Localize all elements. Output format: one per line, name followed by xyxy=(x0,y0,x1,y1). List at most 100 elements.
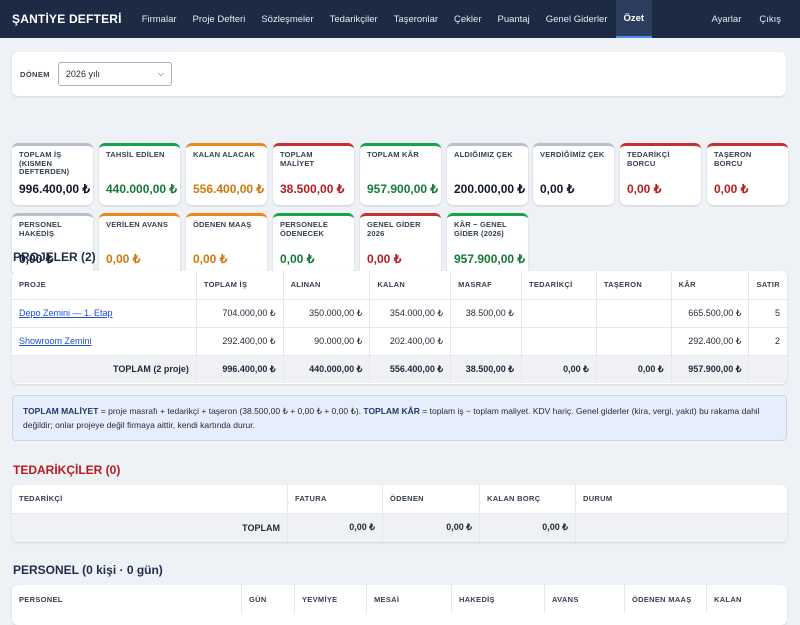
cell xyxy=(596,326,672,355)
period-filter-card: DÖNEM 2026 yılı ⌵ xyxy=(12,52,786,96)
col-masraf: MASRAF xyxy=(450,271,522,299)
cell: 704.000,00 ₺ xyxy=(196,298,284,327)
suppliers-table-card: TEDARİKÇİ FATURA ÖDENEN KALAN BORÇ DURUM… xyxy=(12,485,787,542)
nav-right: Ayarlar Çıkış xyxy=(702,0,790,38)
nav-item-ayarlar[interactable]: Ayarlar xyxy=(702,0,750,38)
table-row: Showroom Zemini 292.400,00 ₺ 90.000,00 ₺… xyxy=(12,326,787,355)
cell: 0,00 ₺ xyxy=(479,512,576,542)
stat-value: 200.000,00 ₺ xyxy=(454,182,526,196)
cell: 202.400,00 ₺ xyxy=(369,326,452,355)
stat-card: KALAN ALACAK 556.400,00 ₺ xyxy=(186,143,267,205)
stat-value: 556.400,00 ₺ xyxy=(193,182,265,196)
personnel-table-card: PERSONEL GÜN YEVMİYE MESAİ HAKEDİŞ AVANS… xyxy=(12,585,787,625)
col-kalan: KALAN xyxy=(369,271,452,299)
col-kalan: KALAN xyxy=(714,594,742,604)
cell: 292.400,00 ₺ xyxy=(196,326,284,355)
stat-label: TOPLAM KÂR xyxy=(367,150,419,159)
nav-item-cekler[interactable]: Çekler xyxy=(446,0,489,38)
project-link[interactable]: Depo Zemini — 1. Etap xyxy=(19,308,113,318)
stat-card: ALDIĞIMIZ ÇEK 200.000,00 ₺ xyxy=(447,143,528,205)
stat-label: GENEL GİDER 2026 xyxy=(367,220,421,238)
period-select[interactable]: 2026 yılı ⌵ xyxy=(57,62,172,86)
nav-item-genel-giderler[interactable]: Genel Giderler xyxy=(538,0,616,38)
nav-item-firmalar[interactable]: Firmalar xyxy=(134,0,185,38)
top-navbar: ŞANTİYE DEFTERİ Firmalar Proje Defteri S… xyxy=(0,0,800,38)
cell: 90.000,00 ₺ xyxy=(283,326,371,355)
stat-value: 0,00 ₺ xyxy=(193,252,228,266)
cell: 996.400,00 ₺ xyxy=(196,354,284,383)
project-name-cell: Showroom Zemini xyxy=(12,326,197,355)
cell: 957.900,00 ₺ xyxy=(671,354,750,383)
stat-value: 0,00 ₺ xyxy=(106,252,141,266)
cell: 0,00 ₺ xyxy=(382,512,480,542)
col-hakedis: HAKEDİŞ xyxy=(451,585,545,613)
stat-card: TOPLAM MALİYET 38.500,00 ₺ xyxy=(273,143,354,205)
stat-card: TOPLAM KÂR 957.900,00 ₺ xyxy=(360,143,441,205)
projects-title: PROJELER (2) xyxy=(13,250,96,264)
stat-value: 440.000,00 ₺ xyxy=(106,182,178,196)
nav-item-proje-defteri[interactable]: Proje Defteri xyxy=(185,0,254,38)
brand-title[interactable]: ŞANTİYE DEFTERİ xyxy=(12,12,122,26)
note-bold-cost: TOPLAM MALİYET xyxy=(23,406,99,416)
stat-label: VERİLEN AVANS xyxy=(106,220,169,229)
stat-card: TAŞERON BORCU 0,00 ₺ xyxy=(707,143,788,205)
stat-label: TOPLAM İŞ (KISMEN DEFTERDEN) xyxy=(19,150,70,176)
cell: 350.000,00 ₺ xyxy=(283,298,371,327)
col-yevmiye: YEVMİYE xyxy=(294,585,367,613)
col-kalan-borc: KALAN BORÇ xyxy=(479,485,576,513)
cell: 2 xyxy=(748,326,787,355)
project-link[interactable]: Showroom Zemini xyxy=(19,336,92,346)
col-odenen: ÖDENEN xyxy=(382,485,480,513)
col-proje: PROJE xyxy=(12,271,197,299)
cell xyxy=(596,298,672,327)
col-tedarikci: TEDARİKÇİ xyxy=(521,271,597,299)
stat-value: 996.400,00 ₺ xyxy=(19,182,91,196)
stat-value: 38.500,00 ₺ xyxy=(280,182,345,196)
suppliers-table: TEDARİKÇİ FATURA ÖDENEN KALAN BORÇ DURUM… xyxy=(12,485,787,542)
stat-card: TEDARİKÇİ BORCU 0,00 ₺ xyxy=(620,143,701,205)
stat-value: 957.900,00 ₺ xyxy=(454,252,526,266)
note-bold-profit: TOPLAM KÂR xyxy=(363,406,420,416)
col-satir: SATIR xyxy=(756,280,780,290)
col-gun: GÜN xyxy=(241,585,295,613)
col-mesai: MESAİ xyxy=(366,585,452,613)
stat-label: VERDİĞİMİZ ÇEK xyxy=(540,150,605,159)
stat-label: KÂR − GENEL GİDER (2026) xyxy=(454,220,507,238)
table-row: Depo Zemini — 1. Etap 704.000,00 ₺ 350.0… xyxy=(12,298,787,327)
cell xyxy=(575,512,787,542)
suppliers-total-row: TOPLAM 0,00 ₺ 0,00 ₺ 0,00 ₺ xyxy=(12,512,787,542)
col-taseron: TAŞERON xyxy=(596,271,672,299)
stat-value: 0,00 ₺ xyxy=(367,252,402,266)
nav-item-taseronlar[interactable]: Taşeronlar xyxy=(386,0,446,38)
stat-label: ÖDENEN MAAŞ xyxy=(193,220,252,229)
stat-label: TEDARİKÇİ BORCU xyxy=(627,150,670,168)
cell xyxy=(450,326,522,355)
cell: 665.500,00 ₺ xyxy=(671,298,750,327)
col-odenen-maas: ÖDENEN MAAŞ xyxy=(624,585,707,613)
stat-card: VERDİĞİMİZ ÇEK 0,00 ₺ xyxy=(533,143,614,205)
stat-label: KALAN ALACAK xyxy=(193,150,256,159)
stat-label: TAHSİL EDİLEN xyxy=(106,150,165,159)
cell: 0,00 ₺ xyxy=(521,354,597,383)
info-note: TOPLAM MALİYET = proje masrafı + tedarik… xyxy=(12,395,787,441)
suppliers-header-row: TEDARİKÇİ FATURA ÖDENEN KALAN BORÇ DURUM xyxy=(12,485,787,513)
col-durum: DURUM xyxy=(583,494,613,504)
total-label: TOPLAM (2 proje) xyxy=(12,354,197,383)
col-kar: KÂR xyxy=(671,271,750,299)
projects-total-row: TOPLAM (2 proje) 996.400,00 ₺ 440.000,00… xyxy=(12,354,787,383)
stat-value: 0,00 ₺ xyxy=(714,182,749,196)
nav-item-tedarikciler[interactable]: Tedarikçiler xyxy=(322,0,386,38)
nav-item-cikis[interactable]: Çıkış xyxy=(750,0,790,38)
nav-item-puantaj[interactable]: Puantaj xyxy=(489,0,537,38)
note-text-cost: = proje masrafı + tedarikçi + taşeron (3… xyxy=(98,406,364,416)
stat-value: 0,00 ₺ xyxy=(280,252,315,266)
cell xyxy=(521,298,597,327)
stat-value: 957.900,00 ₺ xyxy=(367,182,439,196)
period-label: DÖNEM xyxy=(20,69,50,79)
suppliers-title: TEDARİKÇİLER (0) xyxy=(13,463,121,477)
total-label: TOPLAM xyxy=(12,512,288,542)
project-name-cell: Depo Zemini — 1. Etap xyxy=(12,298,197,327)
nav-item-sozlesmeler[interactable]: Sözleşmeler xyxy=(253,0,321,38)
nav-item-ozet[interactable]: Özet xyxy=(615,0,653,38)
cell: 0,00 ₺ xyxy=(287,512,383,542)
